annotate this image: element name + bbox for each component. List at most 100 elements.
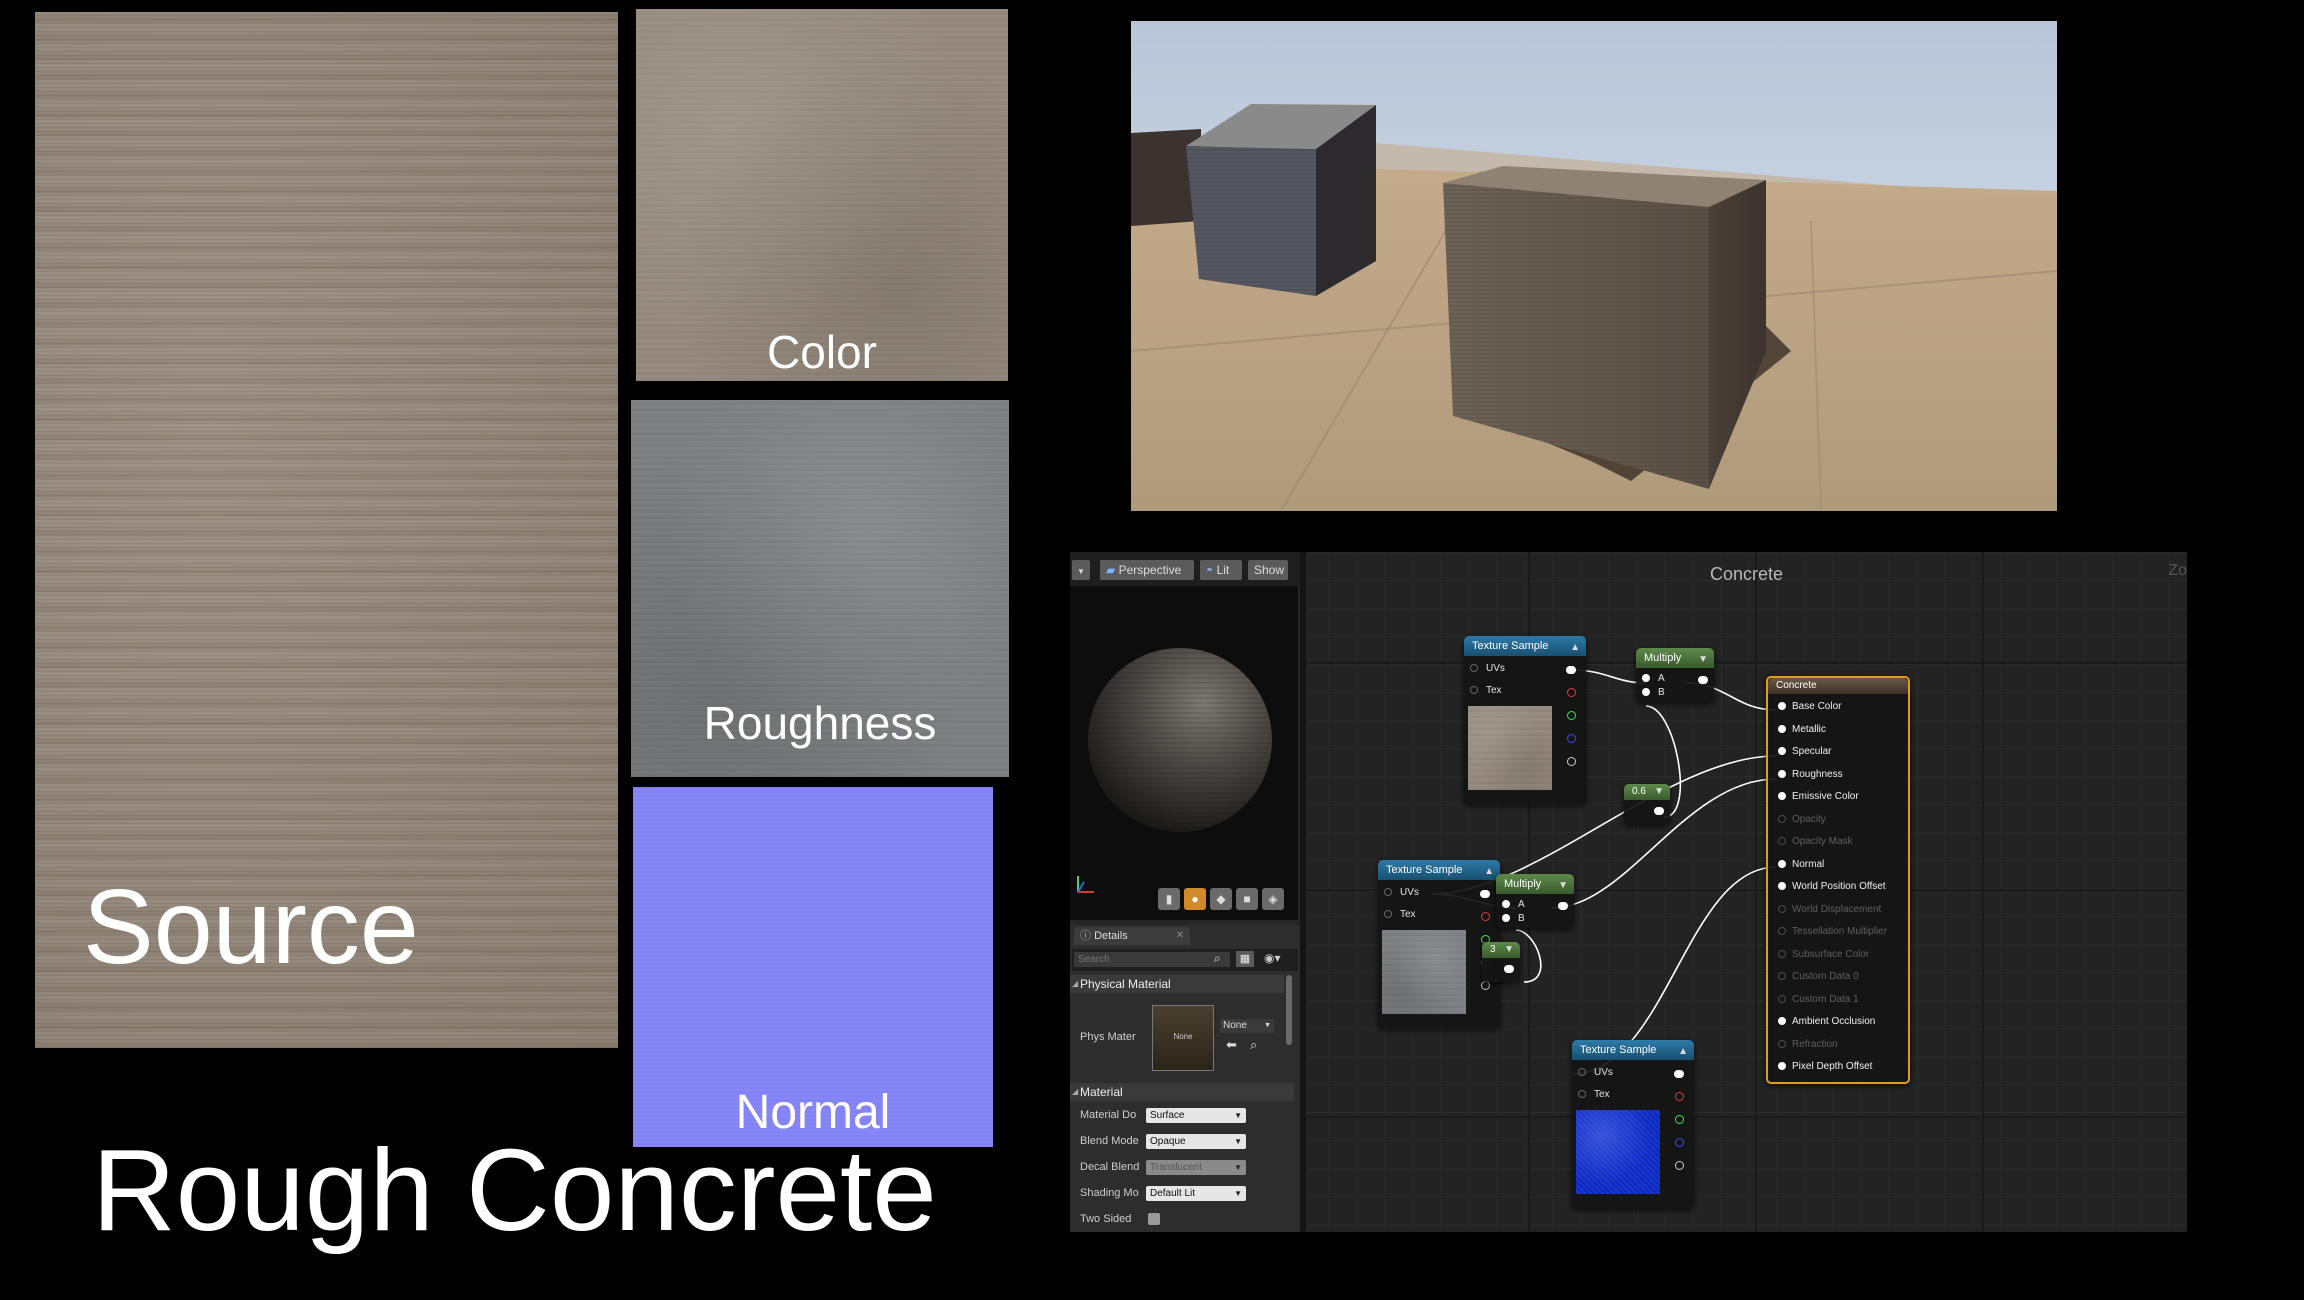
sphere-icon[interactable]: ●: [1184, 888, 1206, 910]
phys-mat-select[interactable]: None ▼: [1220, 1019, 1274, 1033]
uvs-pin[interactable]: UVs: [1384, 886, 1419, 900]
multiply-node-1[interactable]: Multiply ▼ A B: [1636, 648, 1714, 702]
tex-pin[interactable]: Tex: [1578, 1088, 1610, 1102]
pin-label: Custom Data 1: [1792, 993, 1859, 1005]
constant-node-1[interactable]: 0.6 ▼: [1624, 784, 1670, 824]
details-search-bar: ⌕ ▦ ◉▾: [1072, 949, 1298, 971]
show-button[interactable]: Show: [1248, 560, 1288, 580]
output-pin[interactable]: [1558, 902, 1568, 910]
result-pin-opacity-mask[interactable]: Opacity Mask: [1778, 835, 1853, 849]
perspective-button[interactable]: ▰ Perspective: [1100, 560, 1194, 580]
tex-pin[interactable]: Tex: [1384, 908, 1416, 922]
result-pin-emissive-color[interactable]: Emissive Color: [1778, 790, 1859, 804]
result-pin-subsurface-color[interactable]: Subsurface Color: [1778, 948, 1869, 962]
uvs-pin[interactable]: UVs: [1578, 1066, 1613, 1080]
result-pin-custom-data-1[interactable]: Custom Data 1: [1778, 993, 1859, 1007]
output-pin[interactable]: [1698, 676, 1708, 684]
material-domain-select[interactable]: Surface: [1146, 1108, 1246, 1123]
r-output-pin[interactable]: [1675, 1092, 1684, 1101]
search-icon[interactable]: ⌕: [1214, 951, 1221, 966]
r-output-pin[interactable]: [1567, 688, 1576, 697]
texture-sample-node-1[interactable]: Texture Sample ▲ UVs Tex: [1464, 636, 1586, 804]
constant-node-2[interactable]: 3 ▼: [1482, 942, 1520, 982]
pin-label: Refraction: [1792, 1038, 1838, 1050]
a-pin[interactable]: A: [1502, 898, 1525, 912]
result-pin-refraction[interactable]: Refraction: [1778, 1038, 1838, 1052]
physical-material-header[interactable]: ◢ Physical Material: [1070, 975, 1284, 993]
pin-icon: [1578, 1090, 1586, 1098]
texture-thumbnail: [1382, 930, 1466, 1014]
teapot-icon[interactable]: ◈: [1262, 888, 1284, 910]
multiply-node-2[interactable]: Multiply ▼ A B: [1496, 874, 1574, 928]
node-header: Concrete: [1768, 678, 1908, 694]
output-pin[interactable]: [1504, 965, 1514, 973]
pin-label: Normal: [1792, 858, 1825, 870]
b-pin[interactable]: B: [1502, 912, 1525, 926]
lit-button[interactable]: ◓ Lit: [1200, 560, 1242, 580]
material-result-node[interactable]: Concrete Base Color Metallic Specular Rough…: [1766, 676, 1910, 1084]
details-search-input[interactable]: [1074, 952, 1230, 967]
b-pin[interactable]: B: [1642, 686, 1665, 700]
b-output-pin[interactable]: [1567, 734, 1576, 743]
result-pin-ambient-occlusion[interactable]: Ambient Occlusion: [1778, 1015, 1875, 1029]
collapse-icon[interactable]: ▼: [1558, 876, 1568, 896]
blend-mode-select[interactable]: Opaque: [1146, 1134, 1246, 1149]
material-graph[interactable]: Concrete Zo Texture Sample ▲ UVs Tex Tex…: [1306, 552, 2187, 1232]
a-output-pin[interactable]: [1567, 757, 1576, 766]
rgb-output-pin[interactable]: [1674, 1070, 1684, 1078]
rgb-output-pin[interactable]: [1566, 666, 1576, 674]
eye-icon[interactable]: ◉▾: [1264, 951, 1281, 965]
viewport-options-button[interactable]: ▼: [1072, 560, 1090, 580]
result-pin-tessellation-multiplier[interactable]: Tessellation Multiplier: [1778, 925, 1887, 939]
result-pin-normal[interactable]: Normal: [1778, 858, 1824, 872]
output-pin[interactable]: [1654, 807, 1664, 815]
result-pin-custom-data-0[interactable]: Custom Data 0: [1778, 970, 1859, 984]
result-pin-roughness[interactable]: Roughness: [1778, 768, 1843, 782]
result-pin-specular[interactable]: Specular: [1778, 745, 1831, 759]
r-output-pin[interactable]: [1481, 912, 1490, 921]
cylinder-icon[interactable]: ▮: [1158, 888, 1180, 910]
a-pin[interactable]: A: [1642, 672, 1665, 686]
use-selected-arrow-icon[interactable]: ⬅: [1226, 1037, 1237, 1053]
scene-viewport[interactable]: [1131, 21, 2057, 511]
b-output-pin[interactable]: [1675, 1138, 1684, 1147]
details-scrollbar[interactable]: [1286, 975, 1292, 1045]
browse-icon[interactable]: ⌕: [1250, 1037, 1257, 1053]
rgb-output-pin[interactable]: [1480, 890, 1490, 898]
two-sided-checkbox[interactable]: [1148, 1213, 1160, 1225]
grid-view-icon[interactable]: ▦: [1236, 951, 1254, 967]
cube-icon[interactable]: ■: [1236, 888, 1258, 910]
g-output-pin[interactable]: [1675, 1115, 1684, 1124]
result-pin-pixel-depth-offset[interactable]: Pixel Depth Offset: [1778, 1060, 1872, 1074]
a-output-pin[interactable]: [1481, 981, 1490, 990]
result-pin-world-displacement[interactable]: World Displacement: [1778, 903, 1881, 917]
g-output-pin[interactable]: [1567, 711, 1576, 720]
color-label: Color: [767, 326, 877, 378]
pin-label: Specular: [1792, 746, 1832, 757]
result-pin-opacity[interactable]: Opacity: [1778, 813, 1826, 827]
phys-mat-thumb-label: None: [1173, 1032, 1193, 1041]
phys-mat-thumbnail[interactable]: None: [1152, 1005, 1214, 1071]
collapse-icon[interactable]: ▼: [1698, 650, 1708, 670]
result-pin-metallic[interactable]: Metallic: [1778, 723, 1826, 737]
details-tab[interactable]: ⓘ Details ✕: [1074, 927, 1190, 945]
collapse-icon[interactable]: ▼: [1654, 784, 1664, 800]
material-header[interactable]: ◢ Material: [1070, 1083, 1294, 1101]
axis-gizmo-icon: [1077, 876, 1094, 893]
plane-icon[interactable]: ◆: [1210, 888, 1232, 910]
uvs-pin[interactable]: UVs: [1470, 662, 1505, 676]
node-title: Texture Sample: [1386, 864, 1463, 876]
close-icon[interactable]: ✕: [1176, 927, 1184, 945]
material-preview-viewport[interactable]: ▮ ● ◆ ■ ◈: [1070, 586, 1298, 920]
result-pin-world-position-offset[interactable]: World Position Offset: [1778, 880, 1886, 894]
collapse-icon[interactable]: ▲: [1570, 638, 1580, 658]
a-output-pin[interactable]: [1675, 1161, 1684, 1170]
pin-icon: [1642, 688, 1650, 696]
collapse-icon[interactable]: ▲: [1484, 862, 1494, 882]
shading-model-select[interactable]: Default Lit: [1146, 1186, 1246, 1201]
tex-pin[interactable]: Tex: [1470, 684, 1502, 698]
collapse-icon[interactable]: ▼: [1504, 942, 1514, 958]
collapse-icon[interactable]: ▲: [1678, 1042, 1688, 1062]
texture-sample-node-3[interactable]: Texture Sample ▲ UVs Tex: [1572, 1040, 1694, 1208]
result-pin-base-color[interactable]: Base Color: [1778, 700, 1841, 714]
